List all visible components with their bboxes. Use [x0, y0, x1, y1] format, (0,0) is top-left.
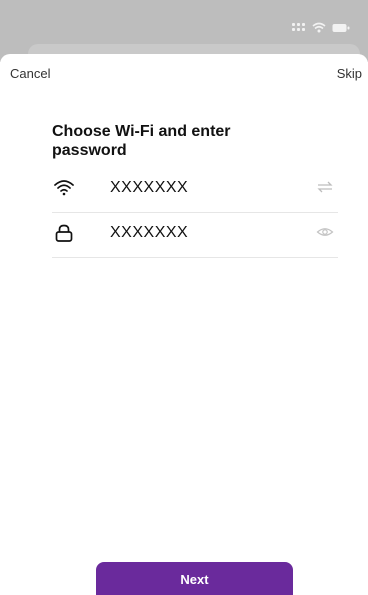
wifi-icon: [52, 176, 76, 200]
skip-button[interactable]: Skip: [337, 66, 362, 81]
cellular-signal-icon: [292, 22, 306, 33]
password-row[interactable]: XXXXXXX: [52, 211, 338, 258]
password-field[interactable]: XXXXXXX: [110, 224, 188, 242]
wifi-network-row[interactable]: XXXXXXX: [52, 166, 338, 213]
screen: Cancel Skip Choose Wi-Fi and enter passw…: [0, 0, 368, 595]
lock-icon: [52, 221, 76, 245]
wifi-network-name: XXXXXXX: [110, 179, 189, 196]
page-title: Choose Wi-Fi and enter password: [52, 123, 231, 159]
cancel-button[interactable]: Cancel: [10, 66, 50, 81]
next-button[interactable]: Next: [96, 562, 293, 595]
modal-navigation-bar: Cancel Skip: [0, 66, 368, 86]
eye-icon[interactable]: [316, 225, 334, 239]
status-wifi-icon: [312, 22, 326, 33]
battery-icon: [332, 23, 350, 33]
status-icons: [292, 22, 350, 33]
swap-icon[interactable]: [316, 180, 334, 194]
